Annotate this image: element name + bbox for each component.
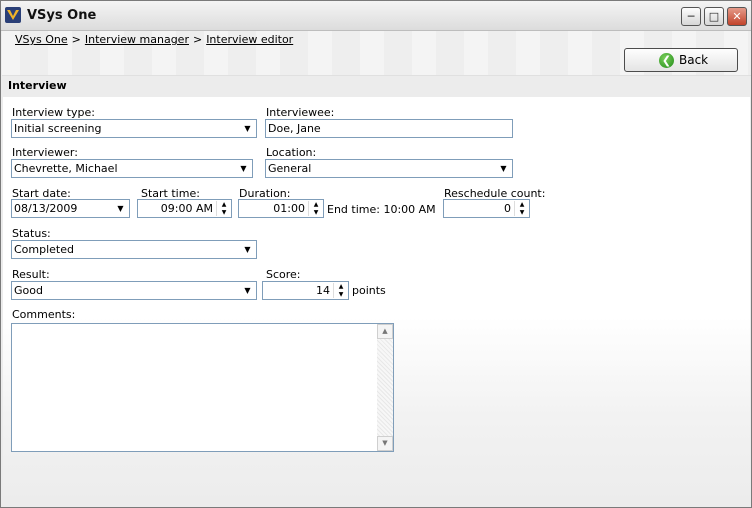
scroll-up-icon[interactable]: ▲: [377, 324, 393, 339]
duration-value: 01:00: [273, 202, 305, 215]
back-button[interactable]: ❮ Back: [624, 48, 738, 72]
minimize-button[interactable]: ─: [681, 7, 701, 26]
chevron-down-icon[interactable]: ▼: [113, 201, 128, 216]
reschedule-count-value: 0: [504, 202, 511, 215]
breadcrumb-interview-manager-link[interactable]: Interview manager: [85, 33, 189, 46]
back-button-label: Back: [679, 53, 709, 67]
interviewer-select[interactable]: Chevrette, Michael ▼: [11, 159, 253, 178]
duration-stepper[interactable]: 01:00 ▲ ▼: [238, 199, 324, 218]
result-select[interactable]: Good ▼: [11, 281, 257, 300]
spin-up-icon[interactable]: ▲: [334, 283, 348, 290]
spin-down-icon[interactable]: ▼: [309, 209, 323, 216]
result-label: Result:: [12, 268, 50, 281]
score-stepper[interactable]: 14 ▲ ▼: [262, 281, 349, 300]
spin-up-icon[interactable]: ▲: [309, 201, 323, 208]
status-label: Status:: [12, 227, 51, 240]
back-arrow-icon: ❮: [659, 53, 674, 68]
spin-up-icon[interactable]: ▲: [515, 201, 529, 208]
app-window: VSys One ─ □ ✕ VSys One > Interview manage…: [0, 0, 752, 508]
chevron-down-icon[interactable]: ▼: [240, 242, 255, 257]
vsys-logo-icon: [5, 7, 21, 23]
score-unit: points: [352, 284, 386, 297]
status-select[interactable]: Completed ▼: [11, 240, 257, 259]
score-label: Score:: [266, 268, 301, 281]
comments-label: Comments:: [12, 308, 76, 321]
score-value: 14: [316, 284, 330, 297]
window-title: VSys One: [27, 8, 97, 23]
location-label: Location:: [266, 146, 317, 159]
spin-buttons: ▲ ▼: [308, 201, 322, 216]
spin-buttons: ▲ ▼: [333, 283, 347, 298]
status-value: Completed: [14, 243, 74, 256]
interview-type-label: Interview type:: [12, 106, 95, 119]
close-icon: ✕: [732, 10, 742, 23]
chevron-down-icon[interactable]: ▼: [236, 161, 251, 176]
close-button[interactable]: ✕: [727, 7, 747, 26]
start-date-picker[interactable]: 08/13/2009 ▼: [11, 199, 130, 218]
breadcrumb-interview-editor-link[interactable]: Interview editor: [206, 33, 293, 46]
interviewee-label: Interviewee:: [266, 106, 335, 119]
minimize-icon: ─: [687, 10, 695, 23]
location-select[interactable]: General ▼: [265, 159, 513, 178]
title-bar[interactable]: VSys One ─ □ ✕: [1, 1, 751, 31]
comments-textarea[interactable]: ▲ ▼: [11, 323, 394, 452]
interviewer-label: Interviewer:: [12, 146, 78, 159]
chevron-down-icon[interactable]: ▼: [496, 161, 511, 176]
start-date-value: 08/13/2009: [14, 202, 78, 215]
interviewee-value: Doe, Jane: [268, 122, 321, 135]
start-time-value: 09:00 AM: [160, 202, 213, 215]
breadcrumb-separator: >: [71, 33, 81, 46]
spin-down-icon[interactable]: ▼: [515, 209, 529, 216]
spin-buttons: ▲ ▼: [514, 201, 528, 216]
interview-type-select[interactable]: Initial screening ▼: [11, 119, 257, 138]
section-title: Interview: [8, 79, 67, 92]
end-time-text: End time: 10:00 AM: [327, 203, 436, 216]
reschedule-count-stepper[interactable]: 0 ▲ ▼: [443, 199, 530, 218]
chevron-down-icon[interactable]: ▼: [240, 121, 255, 136]
maximize-button[interactable]: □: [704, 7, 724, 26]
start-time-stepper[interactable]: 09:00 AM ▲ ▼: [137, 199, 232, 218]
breadcrumb: VSys One > Interview manager > Interview edi…: [15, 33, 293, 46]
result-value: Good: [14, 284, 43, 297]
location-value: General: [268, 162, 312, 175]
spin-up-icon[interactable]: ▲: [217, 201, 231, 208]
scroll-down-icon[interactable]: ▼: [377, 436, 393, 451]
interviewee-field[interactable]: Doe, Jane: [265, 119, 513, 138]
interview-type-value: Initial screening: [14, 122, 102, 135]
spin-down-icon[interactable]: ▼: [217, 209, 231, 216]
comments-scrollbar[interactable]: ▲ ▼: [377, 324, 393, 451]
maximize-icon: □: [708, 10, 720, 23]
spin-down-icon[interactable]: ▼: [334, 291, 348, 298]
spin-buttons: ▲ ▼: [216, 201, 230, 216]
breadcrumb-separator: >: [192, 33, 203, 46]
interviewer-value: Chevrette, Michael: [14, 162, 118, 175]
breadcrumb-home-link[interactable]: VSys One: [15, 33, 68, 46]
chevron-down-icon[interactable]: ▼: [240, 283, 255, 298]
